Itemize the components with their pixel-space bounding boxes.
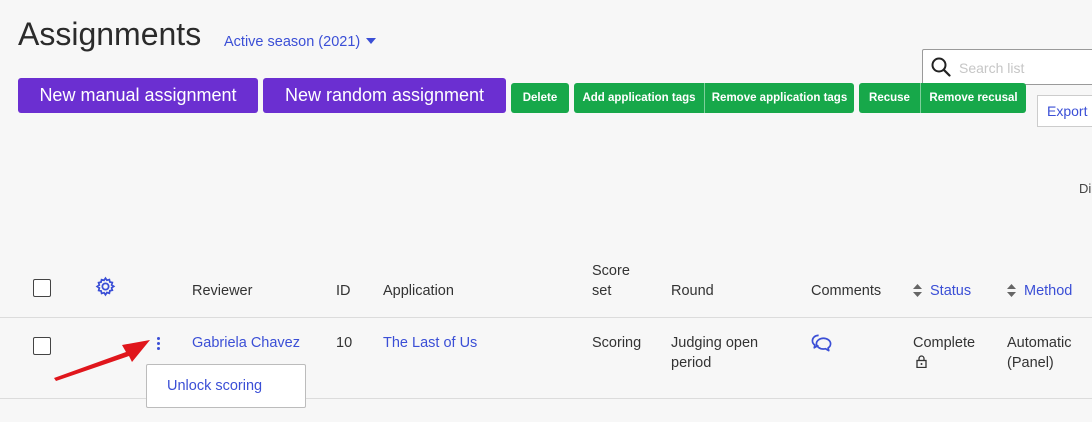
new-random-assignment-button[interactable]: New random assignment: [263, 78, 506, 113]
sort-icon[interactable]: [913, 284, 922, 297]
red-arrow-annotation: [54, 340, 150, 381]
column-header-score-set-line1: Score: [592, 263, 630, 279]
round-value-line2: period: [671, 355, 712, 371]
kebab-menu-icon[interactable]: [155, 337, 161, 353]
column-header-round: Round: [671, 283, 714, 299]
reviewer-link[interactable]: Gabriela Chavez: [192, 333, 300, 353]
search-input[interactable]: [957, 50, 1092, 86]
header-divider: [0, 317, 1092, 318]
assignment-id: 10: [336, 335, 353, 351]
column-header-comments: Comments: [811, 283, 882, 299]
search-icon: [931, 57, 951, 77]
column-header-status[interactable]: Status: [930, 283, 971, 299]
method-value: Automatic (Panel): [1007, 333, 1071, 373]
caret-down-icon: [366, 38, 377, 44]
comment-bubble-icon[interactable]: [811, 333, 832, 353]
method-value-line1: Automatic: [1007, 335, 1072, 351]
score-set-value: Scoring: [592, 335, 642, 351]
add-application-tags-button[interactable]: Add application tags: [574, 83, 704, 113]
new-manual-assignment-button[interactable]: New manual assignment: [18, 78, 258, 113]
select-all-checkbox[interactable]: [33, 279, 51, 297]
column-header-method[interactable]: Method: [1024, 283, 1072, 299]
unlock-scoring-menu-item[interactable]: Unlock scoring: [167, 378, 262, 394]
round-value: Judging open period: [671, 333, 758, 373]
remove-recusal-button[interactable]: Remove recusal: [920, 83, 1026, 113]
remove-application-tags-button[interactable]: Remove application tags: [704, 83, 854, 113]
export-button[interactable]: Export: [1037, 95, 1092, 127]
lock-icon: [916, 355, 927, 368]
row-select-checkbox[interactable]: [33, 337, 51, 355]
season-selector[interactable]: Active season (2021): [224, 34, 377, 50]
column-header-reviewer: Reviewer: [192, 283, 253, 299]
method-value-line2: (Panel): [1007, 355, 1054, 371]
cutoff-label: Di: [1079, 181, 1092, 196]
search-box[interactable]: [922, 49, 1092, 86]
row-action-menu: Unlock scoring: [146, 364, 306, 408]
season-selector-label: Active season (2021): [224, 34, 361, 50]
status-value: Complete: [913, 335, 976, 351]
application-link[interactable]: The Last of Us: [383, 333, 477, 353]
delete-button[interactable]: Delete: [511, 83, 569, 113]
gear-icon[interactable]: [95, 276, 116, 297]
recuse-button[interactable]: Recuse: [859, 83, 920, 113]
column-header-id: ID: [336, 283, 351, 299]
column-header-score-set-line2: set: [592, 283, 612, 299]
sort-icon[interactable]: [1007, 284, 1016, 297]
round-value-line1: Judging open: [671, 335, 759, 351]
page-title: Assignments: [18, 16, 202, 52]
column-header-application: Application: [383, 283, 454, 299]
